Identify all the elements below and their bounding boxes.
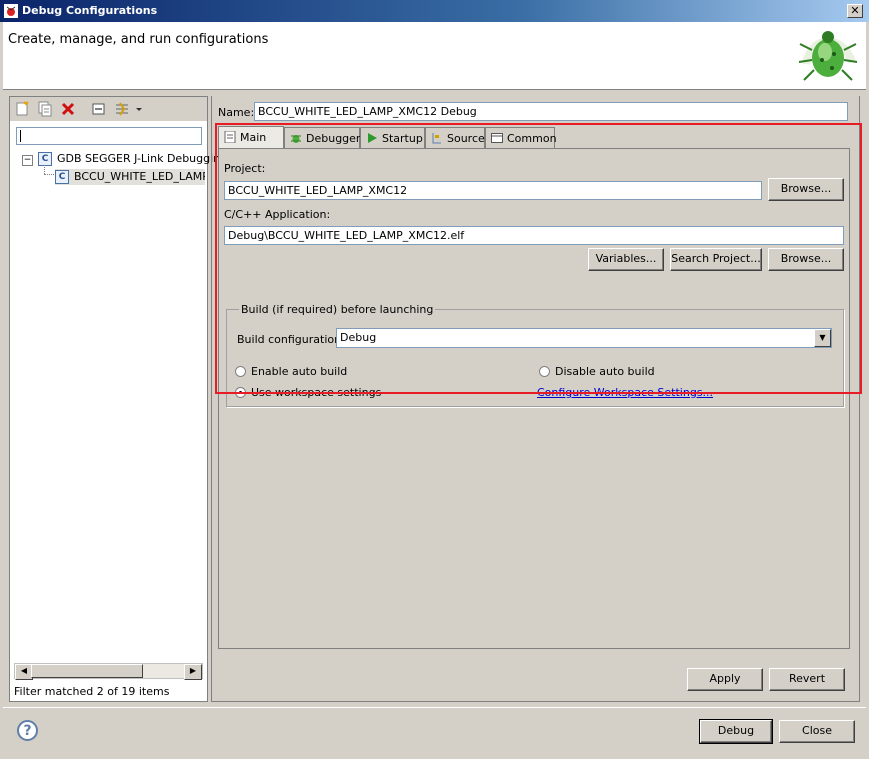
window-title: Debug Configurations [22, 4, 158, 17]
tree-item-label: GDB SEGGER J-Link Debugging [57, 152, 228, 165]
dialog-header: Create, manage, and run configurations [3, 22, 866, 90]
title-bar: Debug Configurations ✕ [0, 0, 869, 22]
delete-icon[interactable] [60, 101, 76, 117]
scroll-right-button[interactable]: ▶ [184, 664, 202, 680]
header-title: Create, manage, and run configurations [8, 32, 269, 47]
configuration-tree-panel: − C GDB SEGGER J-Link Debugging C BCCU_WHI… [9, 96, 227, 702]
duplicate-icon[interactable] [37, 101, 53, 117]
apply-button[interactable]: Apply [687, 668, 763, 691]
c-launch-icon: C [38, 152, 52, 166]
new-configuration-icon[interactable] [14, 101, 30, 117]
c-launch-icon: C [55, 170, 69, 184]
close-button[interactable]: Close [779, 720, 855, 743]
revert-button[interactable]: Revert [769, 668, 845, 691]
view-menu-icon[interactable] [134, 101, 144, 117]
filter-status: Filter matched 2 of 19 items [14, 685, 170, 698]
name-input[interactable]: BCCU_WHITE_LED_LAMP_XMC12 Debug [254, 102, 848, 121]
highlight-box [215, 123, 862, 394]
tree-item-label: BCCU_WHITE_LED_LAMP_XMC12 Debug [74, 170, 205, 183]
tree-connector [44, 165, 45, 174]
collapse-all-icon[interactable] [91, 101, 107, 117]
scroll-thumb[interactable] [31, 664, 143, 678]
window-close-button[interactable]: ✕ [847, 4, 863, 18]
help-icon[interactable]: ? [17, 720, 38, 741]
filter-icon[interactable] [114, 101, 130, 117]
debug-app-icon [4, 4, 18, 18]
tree-connector [44, 174, 54, 175]
left-toolbar [10, 97, 207, 121]
bug-icon [798, 31, 858, 81]
tree-item-bccu-debug[interactable]: C BCCU_WHITE_LED_LAMP_XMC12 Debug [55, 169, 205, 185]
name-label: Name: [218, 106, 255, 119]
horizontal-scrollbar[interactable]: ◀ ▶ [14, 663, 203, 680]
filter-input[interactable] [16, 127, 202, 145]
tree-expander[interactable]: − [22, 155, 33, 166]
tree-item-gdb-segger[interactable]: C GDB SEGGER J-Link Debugging [38, 151, 227, 167]
debug-button[interactable]: Debug [699, 719, 773, 744]
footer-separator [3, 707, 866, 708]
